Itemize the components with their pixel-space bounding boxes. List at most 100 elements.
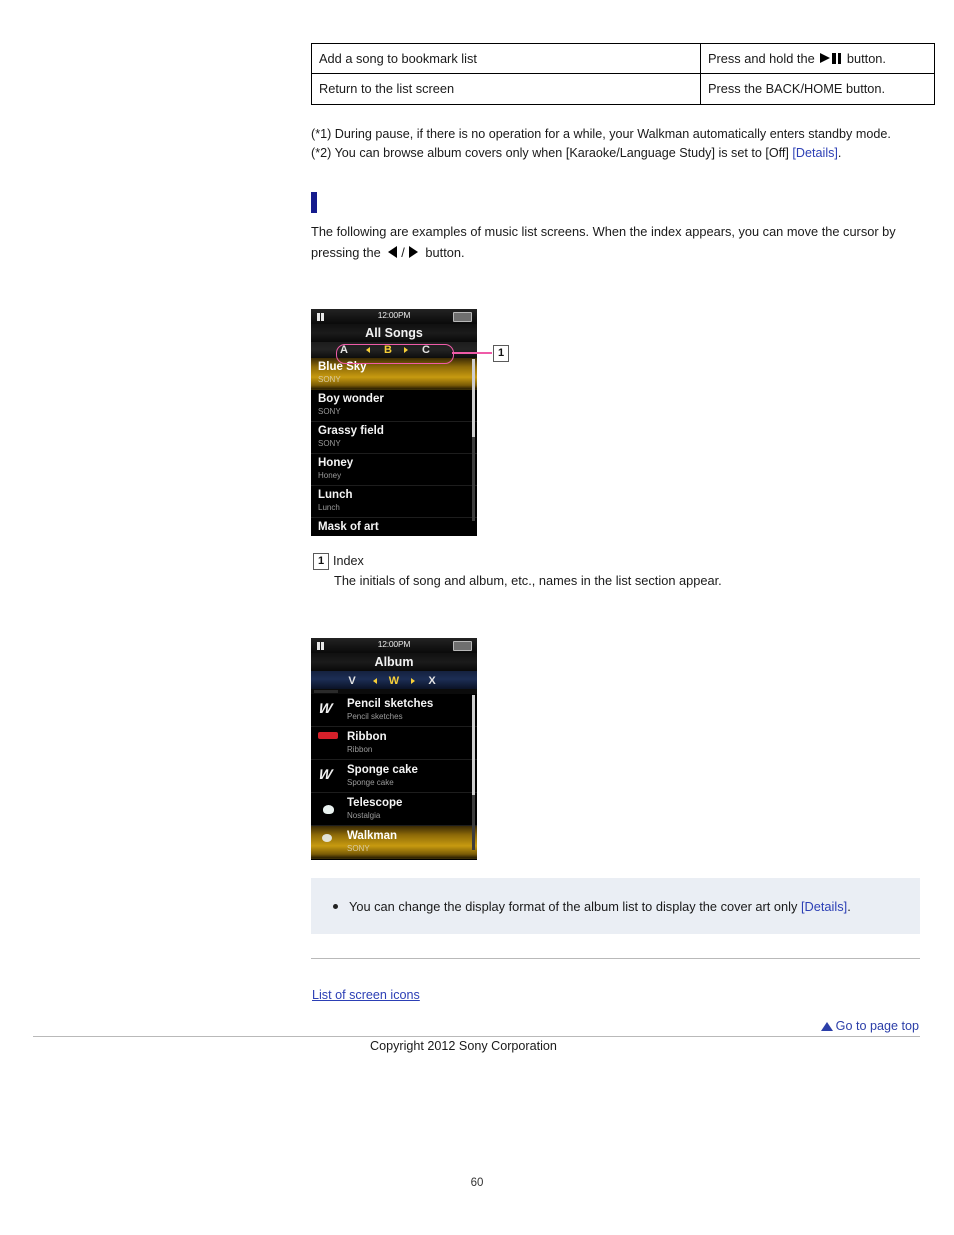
list-item[interactable]: Pencil sketches Pencil sketches: [311, 694, 477, 727]
intro-text-before: The following are examples of music list…: [311, 224, 896, 260]
footnote-2-period: .: [837, 146, 842, 160]
footer-divider-top: [311, 958, 920, 959]
play-pause-icon: [820, 53, 842, 64]
tip-text-after: .: [847, 899, 851, 914]
table-cell-howto: Press the BACK/HOME button.: [700, 73, 935, 105]
list-item-subtitle: SONY: [318, 375, 341, 384]
intro-paragraph: The following are examples of music list…: [311, 222, 911, 263]
device-screenshot-album: 12:00PM Album V W X Pencil sketches Penc…: [311, 638, 477, 860]
index-next-letter[interactable]: C: [415, 342, 437, 358]
table-cell-howto: Press and hold the button.: [700, 42, 935, 75]
scrollbar-track[interactable]: [472, 359, 475, 521]
list-of-screen-icons-link[interactable]: List of screen icons: [312, 988, 420, 1002]
list-item-title: Honey: [318, 457, 354, 469]
operations-table: Add a song to bookmark list Press and ho…: [311, 42, 935, 105]
list-item-title: Ribbon: [347, 731, 387, 743]
callout-number-badge: 1: [493, 345, 509, 362]
tip-text: You can change the display format of the…: [349, 897, 851, 916]
list-item-title: Sponge cake: [347, 764, 418, 776]
footnote-2: (*2) You can browse album covers only wh…: [311, 144, 931, 163]
list-item[interactable]: Sponge cake Sponge cake: [311, 760, 477, 793]
section-heading-bar: [311, 192, 317, 213]
intro-text-after: button.: [425, 244, 465, 260]
left-triangle-icon[interactable]: [366, 347, 370, 353]
footnote-1: (*1) During pause, if there is no operat…: [311, 127, 891, 141]
list-item-subtitle: SONY: [318, 407, 341, 416]
howto-text-before: Press and hold the: [708, 51, 815, 66]
footnote-2-text: (*2) You can browse album covers only wh…: [311, 146, 789, 160]
index-current-letter: B: [384, 344, 392, 356]
list-item-title: Grassy field: [318, 425, 384, 437]
screen-title: All Songs: [311, 324, 477, 342]
list-item-title: Walkman: [347, 830, 398, 842]
table-row: Return to the list screen Press the BACK…: [311, 73, 935, 105]
list-item-subtitle: Ribbon: [347, 745, 373, 754]
list-item[interactable]: Blue Sky SONY: [311, 358, 477, 390]
right-arrow-icon: [408, 245, 418, 258]
scrollbar-thumb[interactable]: [472, 359, 475, 437]
right-triangle-icon[interactable]: [411, 678, 415, 684]
list-item-title: Blue Sky: [318, 361, 367, 373]
status-bar: 12:00PM: [311, 309, 477, 324]
callout-leader-line: [452, 352, 492, 355]
list-item-title: Lunch: [318, 489, 353, 501]
list-item[interactable]: Grassy field SONY: [311, 422, 477, 454]
scrollbar-thumb[interactable]: [472, 695, 475, 795]
list-item-title: Pencil sketches: [347, 698, 434, 710]
list-item[interactable]: Boy wonder SONY: [311, 390, 477, 422]
table-cell-action: Add a song to bookmark list: [311, 42, 701, 75]
page-number: 60: [470, 1177, 484, 1189]
tip-box: You can change the display format of the…: [311, 878, 920, 934]
list-item[interactable]: Honey Honey: [311, 454, 477, 486]
status-bar: 12:00PM: [311, 638, 477, 653]
index-bar[interactable]: A B C: [311, 342, 477, 358]
index-current-letter: W: [388, 675, 400, 687]
battery-icon: [453, 641, 472, 651]
album-list: Pencil sketches Pencil sketches Ribbon R…: [311, 689, 477, 859]
legend-description: The initials of song and album, etc., na…: [334, 573, 722, 588]
list-item[interactable]: Walkman SONY: [311, 826, 477, 859]
list-item[interactable]: Ribbon Ribbon: [311, 727, 477, 760]
left-triangle-icon[interactable]: [373, 678, 377, 684]
table-cell-action: Return to the list screen: [311, 73, 701, 105]
battery-icon: [453, 312, 472, 322]
list-item-subtitle: Pencil sketches: [347, 712, 403, 721]
list-item-title: Boy wonder: [318, 393, 384, 405]
list-item-subtitle: Honey: [318, 471, 342, 480]
list-item-subtitle: Lunch: [318, 503, 340, 512]
footer-divider-bottom: [33, 1036, 920, 1037]
screen-title: Album: [311, 653, 477, 671]
details-link[interactable]: [Details]: [801, 899, 847, 914]
howto-text-after: button.: [846, 51, 886, 66]
device-screenshot-all-songs: 12:00PM All Songs A B C Blue Sky SONY Bo…: [311, 309, 477, 536]
list-item[interactable]: Telescope Nostalgia: [311, 793, 477, 826]
right-triangle-icon[interactable]: [404, 347, 408, 353]
index-prev-letter[interactable]: V: [341, 672, 363, 690]
intro-separator: /: [401, 244, 405, 260]
index-bar[interactable]: V W X: [311, 671, 477, 689]
footnotes: (*1) During pause, if there is no operat…: [311, 125, 931, 163]
scrollbar-track[interactable]: [472, 695, 475, 850]
details-link[interactable]: [Details]: [792, 146, 838, 160]
manual-page: Add a song to bookmark list Press and ho…: [0, 0, 954, 1235]
index-prev-letter[interactable]: A: [333, 342, 355, 358]
table-row: Add a song to bookmark list Press and ho…: [311, 42, 935, 75]
go-to-page-top-label: Go to page top: [835, 1019, 919, 1033]
legend-label: Index: [333, 554, 364, 568]
left-arrow-icon: [388, 245, 398, 258]
list-item-subtitle: Sponge cake: [347, 778, 394, 787]
legend-number-badge: 1: [313, 553, 329, 570]
tip-text-before: You can change the display format of the…: [349, 899, 798, 914]
copyright-text: Copyright 2012 Sony Corporation: [370, 1039, 557, 1053]
bullet-icon: [333, 904, 338, 909]
song-list: Blue Sky SONY Boy wonder SONY Grassy fie…: [311, 358, 477, 536]
list-item[interactable]: Mask of art: [311, 518, 477, 536]
list-item[interactable]: Lunch Lunch: [311, 486, 477, 518]
list-item-subtitle: SONY: [318, 439, 341, 448]
list-item-title: Telescope: [347, 797, 403, 809]
triangle-up-icon: [820, 1022, 833, 1031]
list-item-subtitle: Nostalgia: [347, 811, 381, 820]
list-item-title: Mask of art: [318, 521, 379, 533]
go-to-page-top-link[interactable]: Go to page top: [820, 1019, 919, 1033]
index-next-letter[interactable]: X: [421, 672, 443, 690]
